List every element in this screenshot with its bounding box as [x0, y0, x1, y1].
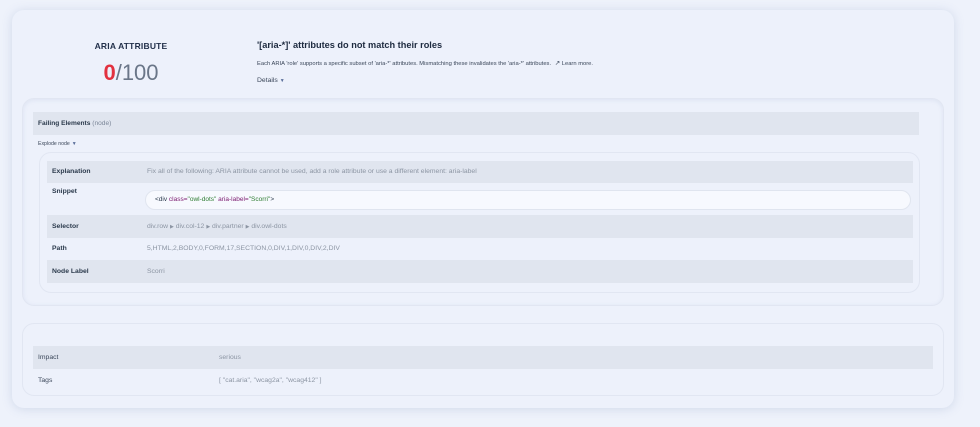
failing-elements-panel: Failing Elements (node) Explode node ▼ Ex… — [22, 98, 944, 306]
snippet-attr-name: class= — [168, 196, 188, 203]
node-label-row: Node Label Scorri — [47, 260, 913, 283]
learn-more-link[interactable]: Learn more. — [562, 61, 593, 67]
snippet-tag-close: > — [270, 196, 275, 203]
selector-label: Selector — [52, 223, 79, 230]
failing-elements-header: Failing Elements (node) — [33, 112, 919, 135]
chevron-right-icon: ▶ — [245, 225, 250, 230]
selector-part: div.owl-dots — [251, 223, 287, 230]
failing-elements-subtitle: (node) — [92, 120, 112, 127]
node-details-panel: Explanation Fix all of the following: AR… — [39, 152, 920, 293]
issue-description: Each ARIA 'role' supports a specific sub… — [257, 59, 593, 67]
score-max: /100 — [115, 60, 159, 85]
details-toggle[interactable]: Details ▼ — [257, 77, 285, 84]
score-value: 0 — [103, 60, 116, 85]
explanation-row: Explanation Fix all of the following: AR… — [47, 161, 913, 183]
snippet-code[interactable]: <div class="owl-dots" aria-label="Scorri… — [145, 190, 911, 210]
tags-label: Tags — [38, 377, 53, 384]
selector-part: div.row — [147, 223, 169, 230]
path-label: Path — [52, 245, 67, 252]
explode-node-label: Explode node — [38, 141, 70, 147]
issue-description-text: Each ARIA 'role' supports a specific sub… — [257, 61, 552, 67]
explanation-value: Fix all of the following: ARIA attribute… — [147, 168, 477, 175]
score-display: 0/100 — [84, 60, 178, 86]
path-value: 5,HTML,2,BODY,0,FORM,17,SECTION,0,DIV,1,… — [147, 245, 340, 252]
chevron-right-icon: ▶ — [206, 225, 211, 230]
explode-node-toggle[interactable]: Explode node ▼ — [38, 141, 77, 147]
audit-card: ARIA ATTRIBUTE 0/100 '[aria-*]' attribut… — [12, 10, 954, 408]
snippet-attr-value: "Scorri" — [248, 196, 271, 203]
issue-title: '[aria-*]' attributes do not match their… — [257, 40, 443, 50]
snippet-attr-name: aria-label= — [218, 196, 249, 203]
impact-label: Impact — [38, 354, 59, 361]
details-label: Details — [257, 77, 278, 84]
failing-elements-title: Failing Elements — [38, 120, 91, 127]
path-row: Path 5,HTML,2,BODY,0,FORM,17,SECTION,0,D… — [47, 238, 913, 260]
node-label-value: Scorri — [147, 268, 165, 275]
impact-panel: Impact serious Tags [ "cat.aria", "wcag2… — [22, 323, 944, 396]
snippet-tag-open: <div — [155, 196, 169, 203]
score-title: ARIA ATTRIBUTE — [94, 41, 168, 51]
selector-part: div.col-12 — [175, 223, 205, 230]
snippet-row: Snippet <div class="owl-dots" aria-label… — [47, 183, 913, 215]
selector-part: div.partner — [212, 223, 244, 230]
chevron-right-icon: ▶ — [170, 225, 174, 230]
selector-value: div.row ▶ div.col-12 ▶ div.partner ▶ div.owl-d… — [147, 215, 287, 239]
snippet-label: Snippet — [52, 188, 77, 195]
tags-row: Tags [ "cat.aria", "wcag2a", "wcag412" ] — [33, 369, 933, 392]
explanation-label: Explanation — [52, 168, 91, 175]
chevron-down-icon: ▼ — [71, 141, 77, 147]
node-label-label: Node Label — [52, 268, 89, 275]
snippet-attr-value: "owl-dots" — [187, 196, 217, 203]
impact-row: Impact serious — [33, 346, 933, 369]
chevron-down-icon: ▼ — [279, 78, 285, 84]
external-link-icon[interactable]: ↗ — [555, 60, 560, 67]
tags-value: [ "cat.aria", "wcag2a", "wcag412" ] — [219, 377, 322, 384]
selector-row: Selector div.row ▶ div.col-12 ▶ div.partner ▶… — [47, 215, 913, 238]
impact-value: serious — [219, 354, 241, 361]
